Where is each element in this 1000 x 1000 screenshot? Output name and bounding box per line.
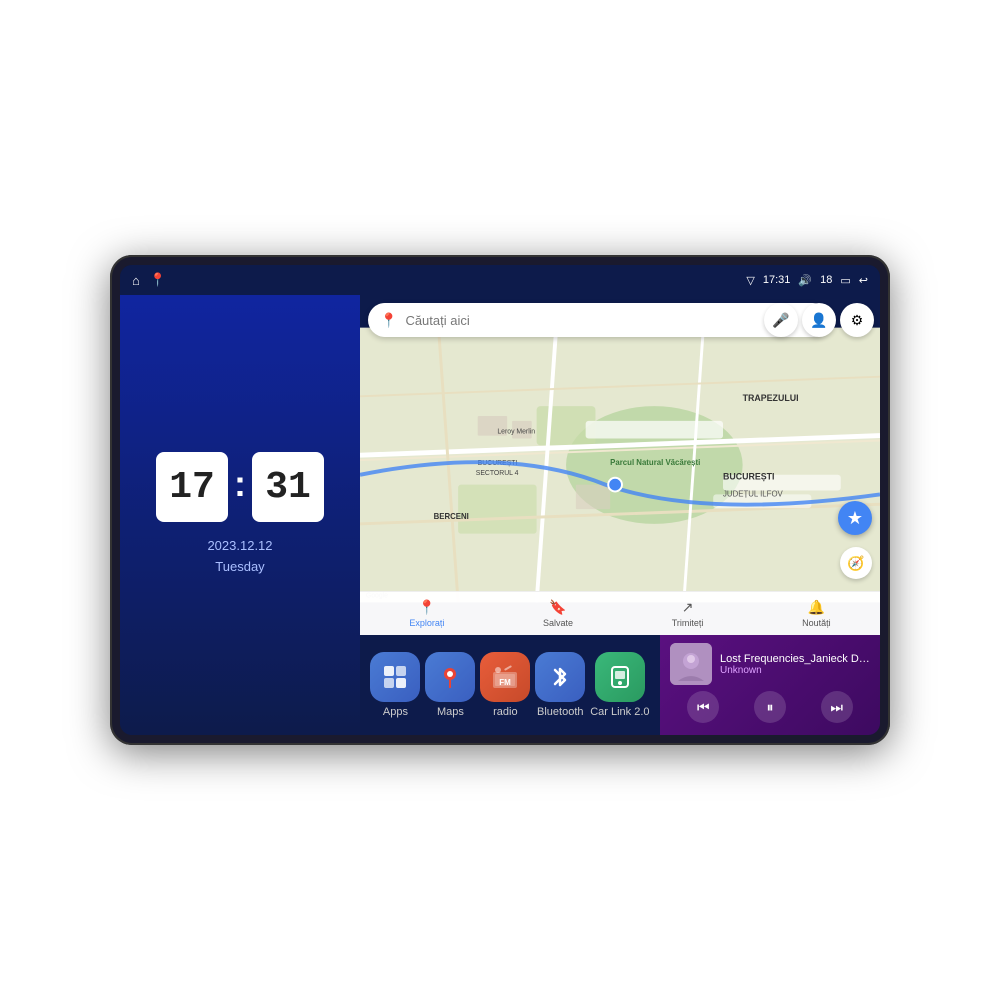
map-nav-trimiteți-icon: ↗ xyxy=(682,599,694,616)
clock-hours: 17 xyxy=(156,452,228,522)
music-artist: Unknown xyxy=(720,665,870,676)
apps-label: Apps xyxy=(383,706,408,718)
battery-icon: ▭ xyxy=(840,274,850,287)
svg-text:BUCUREȘTI: BUCUREȘTI xyxy=(723,472,775,482)
map-compass-button[interactable]: 🧭 xyxy=(840,547,872,579)
map-nav-bar: 📍 Explorați 🔖 Salvate ↗ Trimiteți 🔔 xyxy=(360,591,880,635)
svg-text:FM: FM xyxy=(500,678,512,687)
svg-text:SECTORUL 4: SECTORUL 4 xyxy=(476,470,519,477)
map-nav-salvate-label: Salvate xyxy=(543,618,573,628)
map-mic-icon[interactable]: 🎤 xyxy=(764,303,798,337)
signal-icon: ▽ xyxy=(746,274,754,287)
map-search-bar[interactable]: 📍 Căutați aici xyxy=(368,303,830,337)
device: ⌂ 📍 ▽ 17:31 🔊 18 ▭ ↩ 17 : 31 xyxy=(110,255,890,745)
apps-area: Apps Maps xyxy=(360,635,660,735)
app-item-bluetooth[interactable]: Bluetooth xyxy=(535,652,585,718)
date-display: 2023.12.12 Tuesday xyxy=(207,536,272,578)
map-nav-explorați-icon: 📍 xyxy=(418,599,435,616)
map-nav-noutăți-label: Noutăți xyxy=(802,618,831,628)
map-section[interactable]: TRAPEZULUI BUCUREȘTI JUDEȚUL ILFOV Parcu… xyxy=(360,295,880,635)
location-icon[interactable]: 📍 xyxy=(150,272,166,288)
apps-icon xyxy=(370,652,420,702)
music-player: Lost Frequencies_Janieck Devy-... Unknow… xyxy=(660,635,880,735)
map-nav-explorați-label: Explorați xyxy=(409,618,444,628)
music-thumbnail xyxy=(670,643,712,685)
music-info-row: Lost Frequencies_Janieck Devy-... Unknow… xyxy=(670,643,870,685)
left-panel: 17 : 31 2023.12.12 Tuesday xyxy=(120,295,360,735)
app-item-radio[interactable]: FM radio xyxy=(480,652,530,718)
svg-text:Leroy Merlin: Leroy Merlin xyxy=(497,429,535,436)
clock-widget: 17 : 31 xyxy=(156,452,324,522)
map-nav-trimiteți[interactable]: ↗ Trimiteți xyxy=(672,599,704,628)
screen: ⌂ 📍 ▽ 17:31 🔊 18 ▭ ↩ 17 : 31 xyxy=(120,265,880,735)
music-text: Lost Frequencies_Janieck Devy-... Unknow… xyxy=(720,653,870,676)
radio-icon: FM xyxy=(480,652,530,702)
bluetooth-icon xyxy=(535,652,585,702)
maps-label: Maps xyxy=(437,706,464,718)
map-settings-icon[interactable]: ⚙ xyxy=(840,303,874,337)
map-nav-salvate-icon: 🔖 xyxy=(549,599,566,616)
carlink-icon xyxy=(595,652,645,702)
home-icon[interactable]: ⌂ xyxy=(132,273,140,288)
app-item-carlink[interactable]: Car Link 2.0 xyxy=(590,652,649,718)
svg-text:TRAPEZULUI: TRAPEZULUI xyxy=(743,393,799,403)
app-item-apps[interactable]: Apps xyxy=(370,652,420,718)
volume-level: 18 xyxy=(820,274,832,286)
radio-label: radio xyxy=(493,706,517,718)
screen-body: 17 : 31 2023.12.12 Tuesday xyxy=(120,295,880,735)
prev-button[interactable]: ⏮ xyxy=(687,691,719,723)
time-display: 17:31 xyxy=(763,274,791,286)
next-button[interactable]: ⏭ xyxy=(821,691,853,723)
volume-icon: 🔊 xyxy=(798,274,812,287)
status-bar: ⌂ 📍 ▽ 17:31 🔊 18 ▭ ↩ xyxy=(120,265,880,295)
map-nav-explorați[interactable]: 📍 Explorați xyxy=(409,599,444,628)
bluetooth-label: Bluetooth xyxy=(537,706,583,718)
map-nav-noutăți-icon: 🔔 xyxy=(808,599,825,616)
status-left-icons: ⌂ 📍 xyxy=(132,272,166,288)
map-search-text: Căutați aici xyxy=(405,313,469,328)
map-zoom-button[interactable]: ★ xyxy=(838,501,872,535)
bottom-section: Apps Maps xyxy=(360,635,880,735)
svg-text:BERCENI: BERCENI xyxy=(434,512,469,521)
map-background: TRAPEZULUI BUCUREȘTI JUDEȚUL ILFOV Parcu… xyxy=(360,295,880,635)
map-account-icon[interactable]: 👤 xyxy=(802,303,836,337)
map-pin-icon: 📍 xyxy=(380,312,397,329)
map-search-actions: 🎤 👤 ⚙ xyxy=(764,303,874,337)
music-title: Lost Frequencies_Janieck Devy-... xyxy=(720,653,870,665)
clock-minutes: 31 xyxy=(252,452,324,522)
back-icon[interactable]: ↩ xyxy=(859,274,868,287)
clock-separator: : xyxy=(234,463,246,505)
status-right-info: ▽ 17:31 🔊 18 ▭ ↩ xyxy=(746,274,868,287)
map-nav-salvate[interactable]: 🔖 Salvate xyxy=(543,599,573,628)
right-column: TRAPEZULUI BUCUREȘTI JUDEȚUL ILFOV Parcu… xyxy=(360,295,880,735)
app-item-maps[interactable]: Maps xyxy=(425,652,475,718)
music-controls: ⏮ ⏸ ⏭ xyxy=(670,691,870,723)
maps-icon xyxy=(425,652,475,702)
svg-text:Parcul Natural Văcărești: Parcul Natural Văcărești xyxy=(610,458,700,467)
map-nav-trimiteți-label: Trimiteți xyxy=(672,618,704,628)
svg-text:JUDEȚUL ILFOV: JUDEȚUL ILFOV xyxy=(723,489,784,498)
map-nav-noutăți[interactable]: 🔔 Noutăți xyxy=(802,599,831,628)
carlink-label: Car Link 2.0 xyxy=(590,706,649,718)
play-pause-button[interactable]: ⏸ xyxy=(754,691,786,723)
